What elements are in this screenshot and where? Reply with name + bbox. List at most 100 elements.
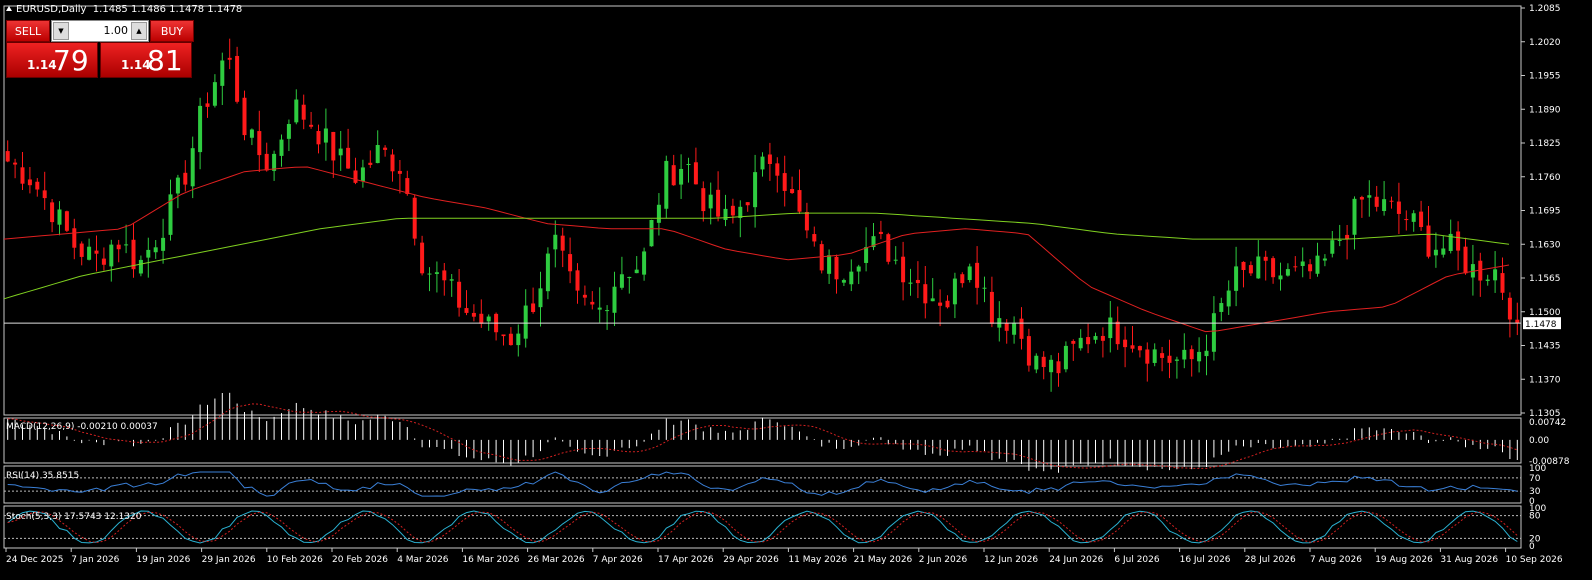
candle-body [64, 211, 69, 231]
candle-body [782, 173, 787, 191]
chevron-down-icon[interactable]: ▼ [53, 22, 69, 40]
candle-body [627, 276, 632, 279]
candle-body [1063, 345, 1068, 370]
candle-body [101, 258, 106, 265]
candle-body [383, 147, 388, 150]
candle-body [1293, 266, 1298, 268]
y-tick-label: 1.2085 [1529, 4, 1561, 14]
candle-body [812, 234, 817, 242]
candle-body [1322, 258, 1327, 261]
candle-body [1226, 290, 1231, 307]
ma-slow-line [3, 212, 1510, 300]
candle-body [1493, 269, 1498, 281]
candle-body [457, 281, 462, 308]
candle-body [20, 167, 25, 184]
x-tick-label: 17 Apr 2026 [658, 555, 714, 565]
candle-body [1396, 201, 1401, 214]
y-tick-label: 1.1825 [1529, 139, 1561, 149]
candle-body [420, 242, 425, 274]
y-tick-label: 1.1695 [1529, 207, 1561, 217]
candle-body [1019, 318, 1024, 339]
candle-body [582, 294, 587, 298]
candle-body [716, 189, 721, 217]
candle-body [331, 131, 336, 161]
candle-body [346, 147, 351, 169]
sell-price[interactable]: 1.14 79 [6, 42, 98, 78]
candle-body [309, 124, 314, 127]
symbol-label: EURUSD,Daily [16, 4, 87, 15]
candle-body [893, 259, 898, 261]
candle-body [471, 312, 476, 317]
lot-size-value[interactable]: 1.00 [104, 24, 129, 37]
candle-body [338, 148, 343, 156]
candle-body [501, 334, 506, 337]
collapse-triangle-icon[interactable] [6, 6, 12, 11]
candle-body [1219, 303, 1224, 312]
sell-price-big: 79 [53, 44, 89, 77]
candle-body [1086, 337, 1091, 345]
x-tick-label: 29 Apr 2026 [723, 555, 779, 565]
x-tick-label: 16 Mar 2026 [462, 555, 519, 565]
rsi-line [7, 471, 1518, 497]
candle-body [368, 162, 373, 165]
candle-body [1285, 269, 1290, 276]
chevron-up-icon[interactable]: ▲ [131, 22, 147, 40]
candle-body [1174, 359, 1179, 361]
candle-body [405, 178, 410, 195]
pane-frame [3, 465, 1522, 504]
candle-body [797, 190, 802, 212]
candle-body [656, 204, 661, 223]
x-tick-label: 7 Jan 2026 [71, 555, 119, 565]
candle-body [1115, 321, 1120, 345]
sell-button[interactable]: SELL [6, 20, 50, 42]
macd-tick-label: 0.00 [1529, 436, 1549, 446]
candle-body [856, 266, 861, 272]
candle-body [975, 262, 980, 288]
candle-body [1108, 317, 1113, 339]
candle-body [442, 270, 447, 281]
buy-button[interactable]: BUY [150, 20, 194, 42]
chart-canvas[interactable]: 1.2085 1.2020 1.1955 1.1890 1.1825 1.1760 1.16… [0, 0, 1592, 580]
y-tick-label: 1.1370 [1529, 375, 1561, 385]
candle-body [679, 168, 684, 185]
candle-body [568, 254, 573, 272]
rsi-label: RSI(14) 35.8515 [6, 471, 80, 481]
candle-body [138, 259, 143, 274]
x-tick-label: 11 May 2026 [788, 555, 847, 565]
candle-body [1419, 211, 1424, 228]
candle-body [1500, 273, 1505, 293]
candle-body [464, 308, 469, 313]
candle-body [449, 279, 454, 281]
y-tick-label: 1.2020 [1529, 38, 1561, 48]
candle-body [190, 148, 195, 187]
y-tick-label: 1.1890 [1529, 105, 1561, 115]
candle-body [72, 228, 77, 248]
candle-body [634, 269, 639, 274]
candle-body [1456, 231, 1461, 251]
candle-body [50, 202, 55, 223]
y-tick-label: 1.1565 [1529, 274, 1561, 284]
candle-body [1211, 313, 1216, 352]
candle-body [1256, 256, 1261, 279]
candle-body [597, 307, 602, 310]
pane-frame [3, 5, 1522, 416]
x-tick-label: 21 May 2026 [854, 555, 913, 565]
candle-body [1374, 196, 1379, 207]
candle-body [1189, 349, 1194, 360]
candle-body [664, 160, 669, 209]
macd-label: MACD(12,26,9) -0.00210 0.00037 [6, 422, 158, 432]
candle-body [923, 284, 928, 304]
candle-body [205, 103, 210, 107]
candle-body [930, 298, 935, 302]
candle-body [516, 333, 521, 346]
candle-body [397, 170, 402, 174]
candle-body [1137, 346, 1142, 351]
stoch-label: Stoch(5,3,3) 17.5743 12.1320 [6, 512, 142, 522]
buy-price[interactable]: 1.14 81 [100, 42, 192, 78]
candle-body [1300, 261, 1305, 267]
candle-body [538, 288, 543, 308]
candle-body [153, 247, 158, 253]
x-tick-label: 31 Aug 2026 [1440, 555, 1498, 565]
lot-size-field[interactable]: ▼ 1.00 ▲ [51, 20, 149, 42]
candle-body [864, 247, 869, 263]
